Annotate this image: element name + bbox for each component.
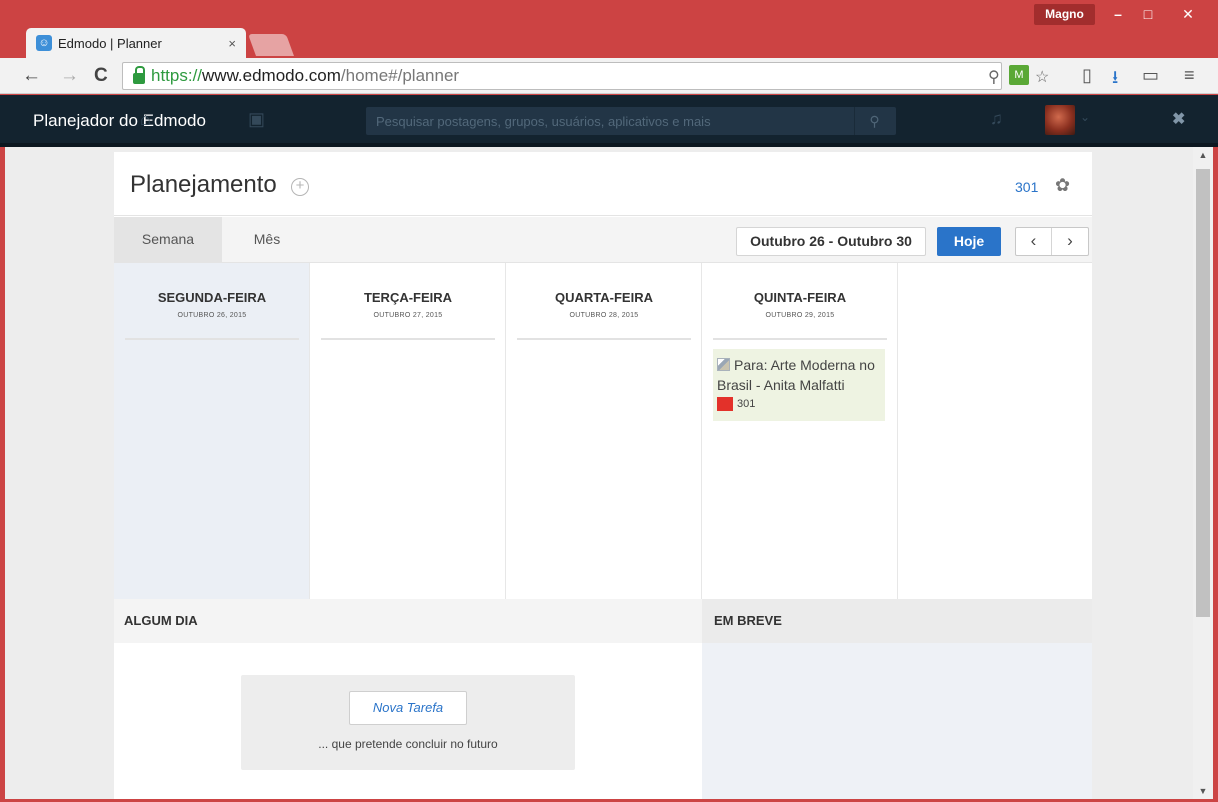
page-content: Planejamento + 301 ✿ Semana Mês Outubro … (5, 147, 1193, 799)
task-card[interactable]: Para: Arte Moderna no Brasil - Anita Mal… (713, 349, 885, 421)
tab-week[interactable]: Semana (114, 217, 222, 262)
search-icon[interactable]: ⚲ (854, 107, 894, 135)
task-group-label: 301 (737, 398, 756, 410)
cast-icon[interactable]: ▭ (1142, 65, 1159, 86)
reload-icon[interactable]: C (94, 64, 108, 88)
extension-icon[interactable]: M (1009, 65, 1029, 85)
download-icon[interactable]: ⭳ (1112, 65, 1118, 95)
day-date: OUTUBRO 27, 2015 (373, 312, 443, 319)
day-divider (517, 338, 691, 340)
scroll-thumb[interactable] (1196, 169, 1210, 617)
app-title: Planejador do Edmodo (33, 111, 206, 130)
day-name: QUARTA-FEIRA (555, 290, 653, 305)
day-date: OUTUBRO 26, 2015 (177, 312, 247, 319)
day-divider (321, 338, 495, 340)
page-scrollbar[interactable]: ▲ ▼ (1193, 147, 1213, 799)
future-task-hint: ... que pretende concluir no futuro (318, 737, 498, 751)
day-column-monday[interactable]: SEGUNDA-FEIRA OUTUBRO 26, 2015 (114, 263, 310, 599)
search-box (366, 107, 896, 135)
day-date: OUTUBRO 28, 2015 (569, 312, 639, 319)
back-arrow-icon[interactable]: ← (22, 64, 41, 88)
tab-close-icon[interactable]: × (228, 36, 236, 51)
day-name: QUINTA-FEIRA (753, 290, 847, 305)
pencil-icon (717, 358, 730, 371)
menu-icon[interactable]: ≡ (1184, 65, 1195, 86)
planner-panel: Planejamento + 301 ✿ Semana Mês Outubro … (114, 152, 1092, 799)
close-window-button[interactable]: ✕ (1173, 3, 1203, 25)
gear-icon[interactable]: ✿ (1055, 175, 1070, 196)
someday-header: ALGUM DIA (114, 599, 702, 643)
day-column-friday[interactable] (898, 263, 1092, 599)
minimize-button[interactable]: – (1103, 3, 1133, 25)
reader-icon[interactable]: ▯ (1082, 65, 1092, 86)
task-title: Para: Arte Moderna no Brasil - Anita Mal… (717, 355, 881, 395)
day-divider (713, 338, 887, 340)
lock-icon (133, 65, 145, 84)
day-column-wednesday[interactable]: QUARTA-FEIRA OUTUBRO 28, 2015 (506, 263, 702, 599)
tab-title: Edmodo | Planner (58, 35, 162, 51)
bookmark-star-icon[interactable]: ☆ (1035, 67, 1049, 87)
add-circle-icon[interactable]: + (291, 178, 309, 196)
day-divider (125, 338, 299, 340)
url-scheme: https:// (151, 66, 203, 85)
notification-bell-icon[interactable]: ♫ (990, 109, 1003, 129)
day-name: TERÇA-FEIRA (363, 290, 453, 305)
planner-controls: Semana Mês Outubro 26 - Outubro 30 Hoje … (114, 217, 1092, 263)
scroll-up-icon[interactable]: ▲ (1193, 147, 1213, 163)
search-input[interactable] (366, 107, 856, 135)
group-filter-link[interactable]: 301 (1015, 179, 1038, 195)
day-column-tuesday[interactable]: TERÇA-FEIRA OUTUBRO 27, 2015 (310, 263, 506, 599)
home-icon[interactable]: ⌂ (140, 109, 151, 130)
profile-badge[interactable]: Magno (1034, 4, 1095, 25)
future-task-box: Nova Tarefa ... que pretende concluir no… (241, 675, 575, 770)
day-name: SEGUNDA-FEIRA (157, 290, 267, 305)
soon-section (702, 643, 1092, 799)
chevron-down-icon[interactable]: ⌄ (1080, 110, 1090, 124)
week-grid: SEGUNDA-FEIRA OUTUBRO 26, 2015 TERÇA-FEI… (114, 263, 1092, 599)
day-column-thursday[interactable]: QUINTA-FEIRA OUTUBRO 29, 2015 Para: Arte… (702, 263, 898, 599)
tab-month[interactable]: Mês (222, 217, 312, 262)
group-color-swatch (717, 397, 733, 411)
page-title: Planejamento (130, 171, 277, 198)
calendar-icon[interactable]: ▣ (248, 109, 265, 130)
maximize-button[interactable]: □ (1133, 3, 1163, 25)
url-path: /home#/planner (340, 66, 460, 85)
date-range-button[interactable]: Outubro 26 - Outubro 30 (736, 227, 926, 256)
today-button[interactable]: Hoje (937, 227, 1001, 256)
task-group: 301 (717, 397, 881, 411)
scroll-down-icon[interactable]: ▼ (1193, 783, 1213, 799)
browser-toolbar: ← → C https://www.edmodo.com/home#/plann… (0, 58, 1218, 94)
app-header: Planejador do Edmodo ⌂ ▣ ⚲ ♫ ⌄ ✖ (0, 95, 1218, 147)
edmodo-favicon-icon: ☺ (36, 35, 52, 51)
close-icon[interactable]: ✖ (1172, 109, 1185, 129)
planner-header: Planejamento + 301 ✿ (114, 152, 1092, 216)
day-date: OUTUBRO 29, 2015 (765, 312, 835, 319)
week-pager: ‹ › (1015, 227, 1089, 256)
browser-tab[interactable]: ☺ Edmodo | Planner × (26, 28, 246, 58)
address-bar[interactable]: https://www.edmodo.com/home#/planner ⚲ M… (122, 62, 1049, 90)
new-tab-button[interactable] (247, 34, 295, 56)
url-host: www.edmodo.com (202, 66, 341, 85)
chevron-left-icon[interactable]: ‹ (1016, 228, 1052, 255)
avatar[interactable] (1045, 105, 1075, 135)
task-text: Para: Arte Moderna no Brasil - Anita Mal… (717, 357, 875, 393)
chevron-right-icon[interactable]: › (1052, 228, 1088, 255)
zoom-icon[interactable]: ⚲ (988, 67, 1000, 87)
soon-header: EM BREVE (702, 599, 1092, 643)
window-titlebar: Magno – □ ✕ ☺ Edmodo | Planner × (0, 0, 1218, 58)
someday-section: Nova Tarefa ... que pretende concluir no… (114, 643, 702, 799)
forward-arrow-icon[interactable]: → (60, 64, 79, 88)
new-task-button[interactable]: Nova Tarefa (349, 691, 467, 725)
